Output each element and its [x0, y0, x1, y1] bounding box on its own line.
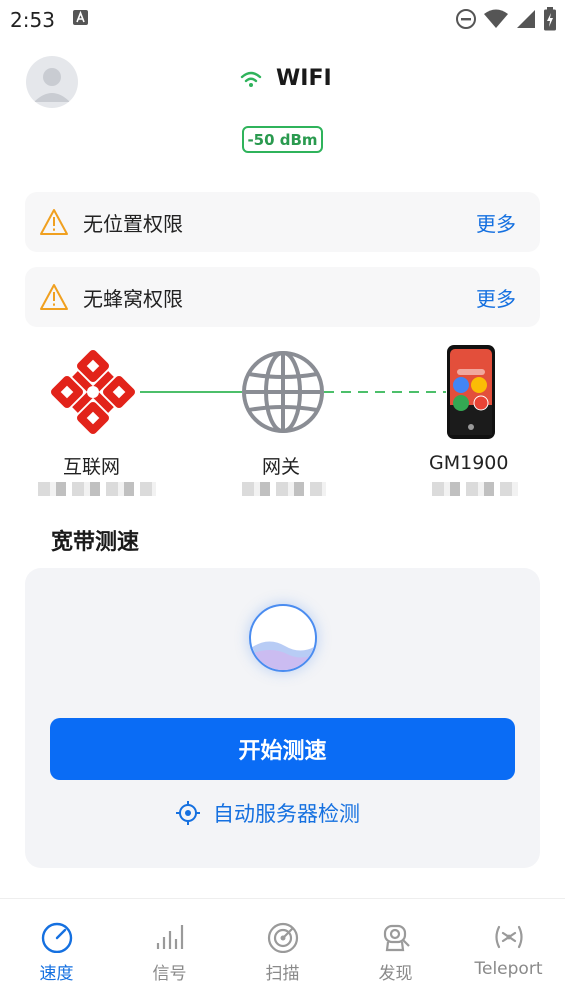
- network-topology: 互联网 网关 GM1900: [0, 340, 565, 500]
- battery-icon: [544, 7, 556, 31]
- internet-label: 互联网: [63, 456, 121, 478]
- location-permission-text: 无位置权限: [83, 211, 183, 236]
- status-bar: 2:53: [0, 0, 565, 40]
- teleport-icon: [494, 925, 523, 949]
- crosshair-icon: [176, 801, 200, 825]
- cellular-permission-card: 无蜂窝权限 更多: [25, 267, 540, 327]
- phone-device-icon: [447, 345, 495, 439]
- tab-signal-label: 信号: [152, 964, 187, 984]
- status-icons: [455, 7, 557, 31]
- isp-logo-icon: [51, 350, 135, 434]
- warning-icon: [40, 284, 68, 310]
- auto-server-detect-link[interactable]: 自动服务器检测: [175, 798, 360, 828]
- cellular-permission-more-link[interactable]: 更多: [476, 283, 516, 312]
- tab-scan-label: 扫描: [265, 964, 300, 984]
- gateway-label: 网关: [262, 456, 301, 478]
- cell-signal-icon: [517, 10, 535, 28]
- device-ip-redacted: [432, 482, 518, 496]
- cellular-permission-text: 无蜂窝权限: [83, 286, 183, 311]
- internet-ip-redacted: [38, 482, 156, 496]
- speed-test-card: 开始测速 自动服务器检测: [25, 568, 540, 868]
- tab-speed-label: 速度: [39, 964, 74, 984]
- discover-robot-icon: [383, 924, 410, 952]
- notification-a-icon: [73, 10, 88, 25]
- wifi-icon: [240, 71, 262, 87]
- tab-speed[interactable]: 速度: [0, 899, 113, 1004]
- location-permission-card: 无位置权限 更多: [25, 192, 540, 252]
- bottom-tab-bar: 速度 信号 扫描 发现 Teleport: [0, 898, 565, 1004]
- speedometer-icon: [41, 922, 72, 953]
- warning-icon: [40, 209, 68, 235]
- tab-teleport-label: Teleport: [474, 959, 543, 979]
- network-title: WIFI: [240, 66, 332, 91]
- wifi-status-icon: [484, 9, 508, 28]
- gateway-globe-icon: [242, 351, 324, 433]
- section-title-speed-test: 宽带测速: [51, 530, 140, 555]
- signal-strength-badge: -50 dBm: [242, 126, 323, 153]
- tab-discover-label: 发现: [378, 964, 413, 984]
- signal-bars-icon: [156, 925, 183, 949]
- device-label: GM1900: [429, 452, 509, 474]
- auto-server-detect-label: 自动服务器检测: [213, 802, 360, 826]
- network-type: WIFI: [276, 66, 332, 91]
- speed-orb-icon: [249, 604, 317, 672]
- tab-discover[interactable]: 发现: [339, 899, 452, 1004]
- avatar[interactable]: [26, 56, 78, 108]
- start-speed-test-button[interactable]: 开始测速: [50, 718, 515, 780]
- location-permission-more-link[interactable]: 更多: [476, 208, 516, 237]
- tab-teleport[interactable]: Teleport: [452, 899, 565, 1004]
- tab-scan[interactable]: 扫描: [226, 899, 339, 1004]
- do-not-disturb-icon: [456, 9, 476, 29]
- status-time: 2:53: [10, 8, 55, 32]
- gateway-ip-redacted: [242, 482, 326, 496]
- radar-icon: [267, 922, 298, 953]
- tab-signal[interactable]: 信号: [113, 899, 226, 1004]
